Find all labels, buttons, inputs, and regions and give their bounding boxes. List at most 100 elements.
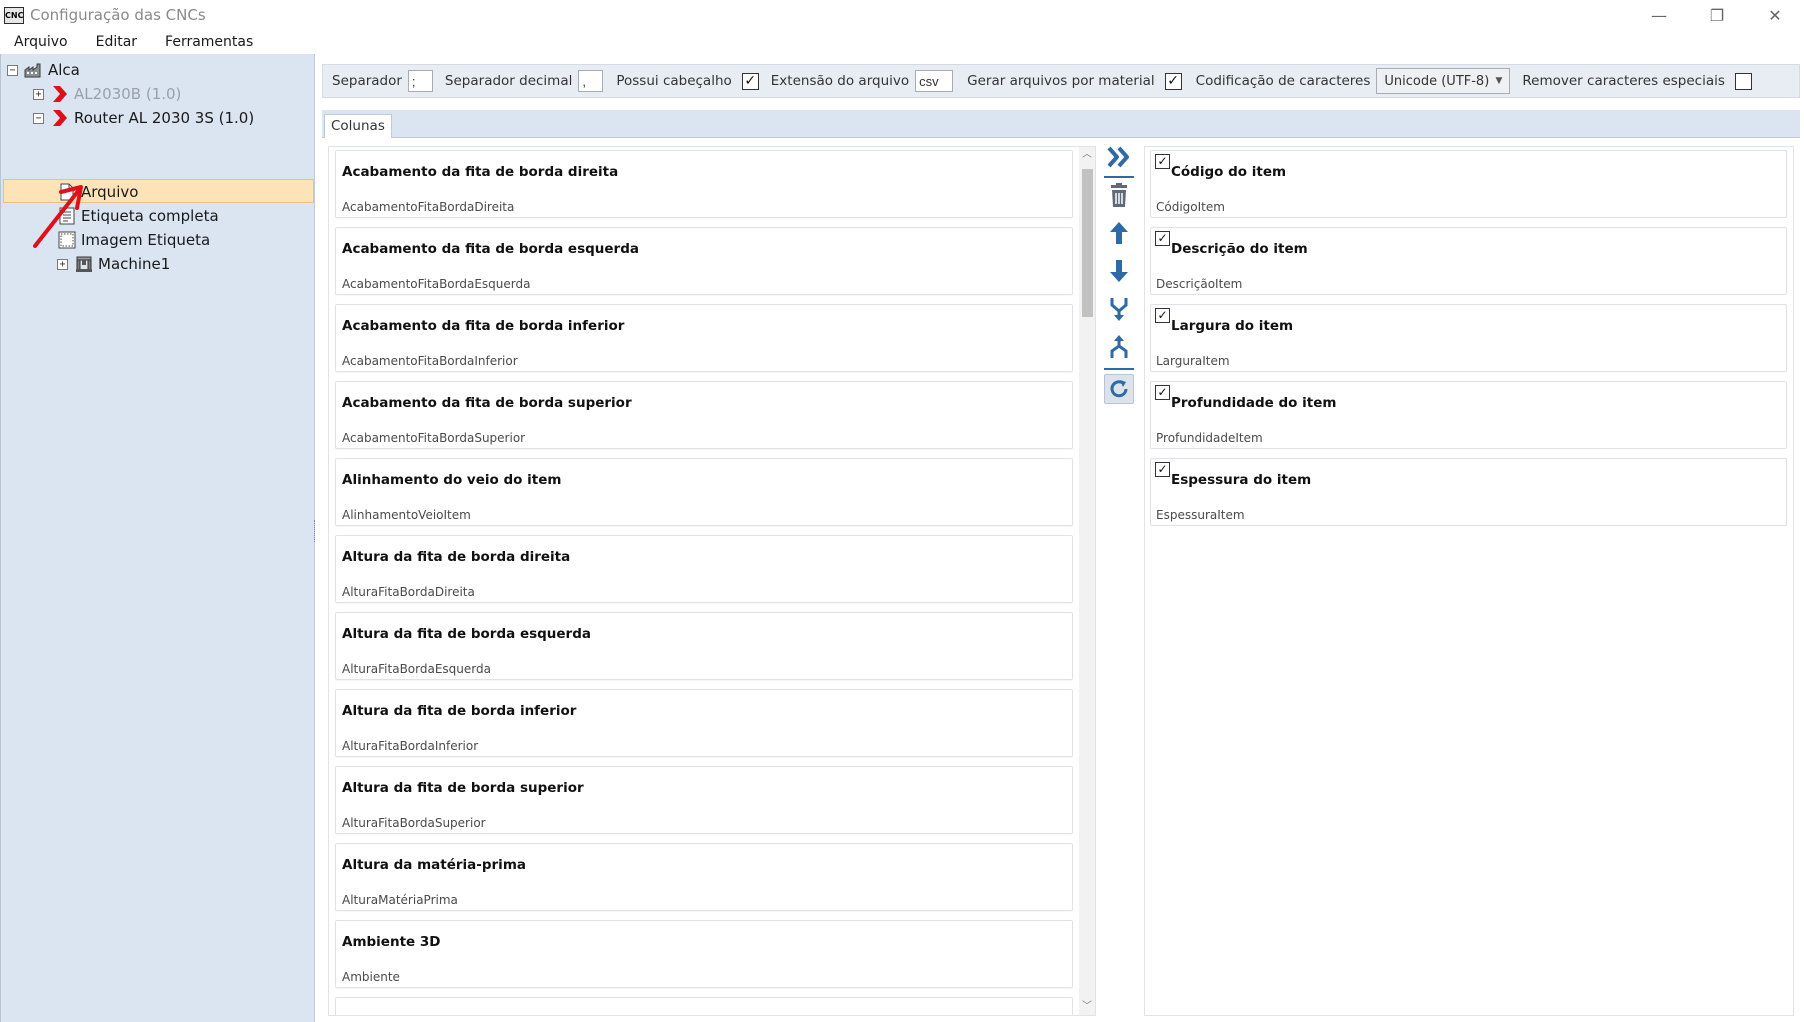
column-title: Largura do item: [1171, 318, 1294, 334]
column-enabled-checkbox[interactable]: ✓: [1155, 308, 1170, 323]
export-options-bar: Separador Separador decimal Possui cabeç…: [322, 64, 1800, 98]
remove-special-checkbox[interactable]: [1734, 72, 1752, 90]
restore-button[interactable]: ❐: [1688, 0, 1746, 30]
menu-editar[interactable]: Editar: [82, 30, 151, 54]
collapse-icon[interactable]: −: [7, 64, 18, 76]
tree-label-etiqueta-completa: Etiqueta completa: [81, 207, 219, 225]
column-title: Ambiente 3D: [342, 934, 441, 950]
column-key: LarguraItem: [1156, 354, 1230, 368]
column-title: Acabamento da fita de borda direita: [342, 164, 619, 180]
factory-icon: [24, 61, 44, 79]
scroll-up-icon[interactable]: ︿: [1079, 147, 1095, 163]
list-item[interactable]: Altura da fita de borda superior AlturaF…: [335, 766, 1073, 834]
extension-input[interactable]: [915, 70, 954, 92]
column-enabled-checkbox[interactable]: ✓: [1155, 231, 1170, 246]
expand-icon[interactable]: +: [33, 88, 44, 100]
list-item[interactable]: Altura da matéria-prima AlturaMatériaPri…: [335, 843, 1073, 911]
tree-label-router: Router AL 2030 3S (1.0): [74, 109, 255, 127]
column-key: AlturaFitaBordaDireita: [342, 585, 475, 599]
scroll-thumb[interactable]: [1082, 169, 1093, 317]
column-title: Acabamento da fita de borda inferior: [342, 318, 625, 334]
separator-input[interactable]: [407, 70, 433, 92]
expand-icon[interactable]: +: [57, 258, 68, 270]
column-key: DescriçãoItem: [1156, 277, 1243, 291]
files-per-material-checkbox[interactable]: ✓: [1164, 72, 1182, 90]
column-key: AcabamentoFitaBordaEsquerda: [342, 277, 531, 291]
menu-ferramentas[interactable]: Ferramentas: [151, 30, 267, 54]
move-down-button[interactable]: [1104, 256, 1134, 286]
red-chevron-icon: [50, 109, 70, 127]
tree-node-machine1[interactable]: + Machine1: [57, 252, 170, 276]
actions-separator: [1104, 368, 1134, 370]
column-title: Alinhamento do veio do item: [342, 472, 562, 488]
chevron-down-icon: ▼: [1495, 76, 1503, 86]
minimize-button[interactable]: —: [1630, 0, 1688, 30]
list-item[interactable]: Acabamento da fita de borda esquerda Aca…: [335, 227, 1073, 295]
column-enabled-checkbox[interactable]: ✓: [1155, 462, 1170, 477]
column-title: Descrição do item: [1171, 241, 1308, 257]
selected-columns-list[interactable]: ✓ Código do item CódigoItem ✓ Descrição …: [1144, 146, 1794, 1016]
list-item[interactable]: Ambiente 3D Ambiente: [335, 920, 1073, 988]
merge-button[interactable]: [1104, 294, 1134, 324]
encoding-label: Codificação de caracteres: [1195, 73, 1371, 89]
column-title: Altura da fita de borda inferior: [342, 703, 577, 719]
split-button[interactable]: [1104, 332, 1134, 362]
column-key: AcabamentoFitaBordaSuperior: [342, 431, 526, 445]
window-title: Configuração das CNCs: [30, 6, 206, 24]
close-button[interactable]: ✕: [1746, 0, 1804, 30]
list-item[interactable]: Altura da fita de borda inferior AlturaF…: [335, 689, 1073, 757]
menu-arquivo[interactable]: Arquivo: [0, 30, 82, 54]
collapse-icon[interactable]: −: [33, 112, 44, 124]
column-title: Acabamento da fita de borda superior: [342, 395, 632, 411]
tree-node-alca[interactable]: − Alca: [7, 58, 80, 82]
list-item[interactable]: ✓ Descrição do item DescriçãoItem: [1150, 227, 1787, 295]
available-columns-list[interactable]: Acabamento da fita de borda direita Acab…: [328, 146, 1096, 1016]
encoding-select[interactable]: Unicode (UTF-8) ▼: [1376, 68, 1511, 94]
has-header-checkbox[interactable]: ✓: [741, 72, 759, 90]
column-enabled-checkbox[interactable]: ✓: [1155, 385, 1170, 400]
machine-icon: [74, 255, 94, 273]
extension-label: Extensão do arquivo: [770, 73, 910, 89]
tree-label-imagem-etiqueta: Imagem Etiqueta: [81, 231, 211, 249]
list-item[interactable]: Acabamento da fita de borda superior Aca…: [335, 381, 1073, 449]
tab-colunas[interactable]: Colunas: [324, 114, 392, 139]
tree-label-alca: Alca: [48, 61, 80, 79]
cnc-tree-panel: − Alca + AL2030B (1.0) − Router AL 2030 …: [0, 54, 315, 1022]
tree-label-al2030b: AL2030B (1.0): [74, 85, 182, 103]
column-title: Espessura do item: [1171, 472, 1312, 488]
column-key: AlturaFitaBordaInferior: [342, 739, 479, 753]
list-item[interactable]: [335, 997, 1073, 1015]
list-item[interactable]: ✓ Espessura do item EspessuraItem: [1150, 458, 1787, 526]
vertical-scrollbar[interactable]: ︿ ﹀: [1079, 147, 1095, 1015]
refresh-icon: [1110, 380, 1128, 398]
list-item[interactable]: Altura da fita de borda esquerda AlturaF…: [335, 612, 1073, 680]
list-item[interactable]: Alinhamento do veio do item AlinhamentoV…: [335, 458, 1073, 526]
split-icon: [1110, 335, 1128, 358]
refresh-button[interactable]: [1104, 374, 1134, 404]
move-up-icon: [1110, 222, 1128, 244]
list-item[interactable]: Acabamento da fita de borda inferior Aca…: [335, 304, 1073, 372]
encoding-selected-value: Unicode (UTF-8): [1384, 73, 1490, 89]
list-item[interactable]: Acabamento da fita de borda direita Acab…: [335, 150, 1073, 218]
list-item[interactable]: ✓ Profundidade do item ProfundidadeItem: [1150, 381, 1787, 449]
tree-node-router[interactable]: − Router AL 2030 3S (1.0): [33, 106, 254, 130]
actions-separator: [1104, 176, 1134, 178]
list-item[interactable]: ✓ Largura do item LarguraItem: [1150, 304, 1787, 372]
tree-node-al2030b[interactable]: + AL2030B (1.0): [33, 82, 181, 106]
list-item[interactable]: Altura da fita de borda direita AlturaFi…: [335, 535, 1073, 603]
scroll-down-icon[interactable]: ﹀: [1079, 999, 1095, 1015]
delete-button[interactable]: [1104, 180, 1134, 210]
title-bar: CNC Configuração das CNCs — ❐ ✕: [0, 0, 1804, 30]
tab-strip: Colunas: [322, 110, 1800, 139]
add-all-icon: [1107, 146, 1129, 168]
move-up-button[interactable]: [1104, 218, 1134, 248]
list-item[interactable]: ✓ Código do item CódigoItem: [1150, 150, 1787, 218]
column-actions-toolbar: [1102, 138, 1136, 438]
annotation-arrow-icon: [33, 185, 83, 248]
add-all-button[interactable]: [1104, 142, 1134, 172]
red-chevron-icon: [50, 85, 70, 103]
column-key: AcabamentoFitaBordaInferior: [342, 354, 518, 368]
panel-splitter[interactable]: [314, 520, 317, 542]
column-enabled-checkbox[interactable]: ✓: [1155, 154, 1170, 169]
decimal-separator-input[interactable]: [578, 70, 604, 92]
